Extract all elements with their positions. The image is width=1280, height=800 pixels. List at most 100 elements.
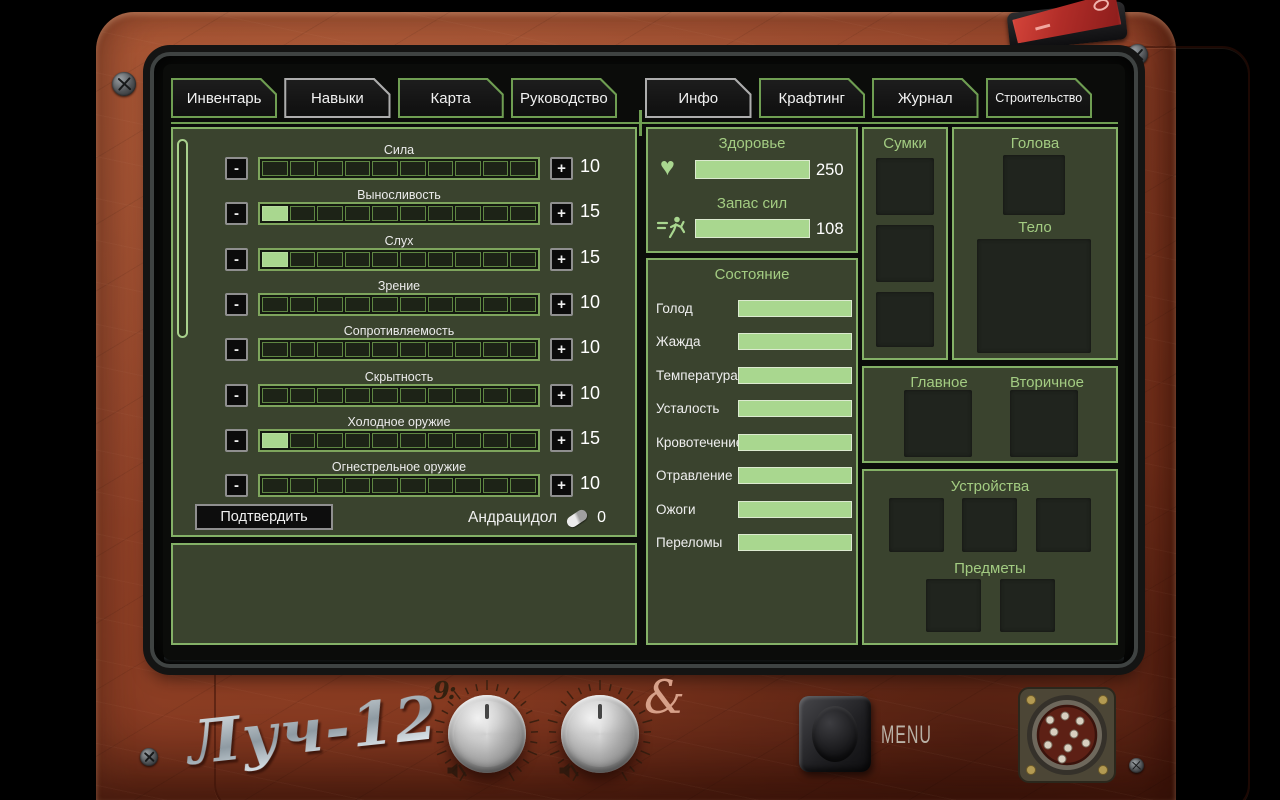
stamina-bar-fill [696, 220, 809, 237]
tab-crafting[interactable]: Крафтинг [759, 78, 866, 118]
tab-map[interactable]: Карта [398, 78, 504, 118]
description-panel [171, 543, 637, 645]
heart-icon: ♥ [660, 153, 675, 182]
tab-label: Строительство [995, 91, 1082, 105]
skill-resistance-decrease-button[interactable]: - [225, 338, 248, 361]
condition-row-fractures: Переломы [648, 534, 856, 552]
skill-firearms-increase-button[interactable]: + [550, 474, 573, 497]
primary-weapon-slot-1[interactable] [904, 390, 972, 457]
condition-label: Голод [656, 300, 693, 317]
bags-panel: Сумки [862, 127, 948, 360]
bag-slot-1[interactable] [876, 158, 934, 215]
consumable-count: 0 [597, 509, 606, 527]
tab-construction[interactable]: Строительство [986, 78, 1093, 118]
skill-row-firearms: Огнестрельное оружие-+10 [173, 460, 635, 504]
skill-row-melee-weapons: Холодное оружие-+15 [173, 415, 635, 459]
bar-segment [428, 433, 454, 448]
skill-value: 10 [580, 337, 600, 358]
condition-bar-fill [739, 435, 851, 450]
screw-icon [1129, 758, 1144, 773]
bags-title: Сумки [864, 135, 946, 152]
skill-vision-increase-button[interactable]: + [550, 293, 573, 316]
skill-melee-weapons-decrease-button[interactable]: - [225, 429, 248, 452]
device-slot-3[interactable] [1036, 498, 1091, 552]
bar-segment [455, 388, 481, 403]
bar-segment [262, 252, 288, 267]
skill-endurance-bar [258, 202, 540, 225]
head-slot-1[interactable] [1003, 155, 1065, 215]
bar-segment [455, 206, 481, 221]
skill-stealth-increase-button[interactable]: + [550, 384, 573, 407]
bag-slot-2[interactable] [876, 225, 934, 282]
skill-hearing-increase-button[interactable]: + [550, 248, 573, 271]
power-on-mark-icon [1035, 24, 1050, 30]
bar-segment [400, 252, 426, 267]
skill-label: Сопротивляемость [258, 324, 540, 338]
bar-segment [510, 206, 536, 221]
condition-bar [738, 434, 852, 451]
tab-journal[interactable]: Журнал [872, 78, 979, 118]
skill-row-vision: Зрение-+10 [173, 279, 635, 323]
bar-segment [455, 161, 481, 176]
bar-segment [317, 478, 343, 493]
menu-button-dome [812, 706, 858, 762]
skill-firearms-decrease-button[interactable]: - [225, 474, 248, 497]
skill-hearing-decrease-button[interactable]: - [225, 248, 248, 271]
skill-value: 10 [580, 292, 600, 313]
skill-strength-decrease-button[interactable]: - [225, 157, 248, 180]
skill-melee-weapons-increase-button[interactable]: + [550, 429, 573, 452]
bar-segment [483, 206, 509, 221]
stamina-bar [695, 219, 810, 238]
device-slot-1[interactable] [889, 498, 944, 552]
skill-stealth-decrease-button[interactable]: - [225, 384, 248, 407]
skill-endurance-decrease-button[interactable]: - [225, 202, 248, 225]
bag-slot-3[interactable] [876, 292, 934, 347]
tab-underline [171, 122, 1118, 124]
skill-label: Скрытность [258, 370, 540, 384]
tab-label: Инвентарь [187, 90, 262, 107]
tab-face: Инвентарь [173, 80, 275, 116]
bar-segment [290, 297, 316, 312]
item-slot-1[interactable] [926, 579, 981, 632]
bar-segment [372, 252, 398, 267]
device-slot-2[interactable] [962, 498, 1017, 552]
screw-icon [112, 72, 136, 96]
mute-icon [559, 762, 580, 785]
condition-label: Усталость [656, 400, 719, 417]
item-slot-2[interactable] [1000, 579, 1055, 632]
condition-title: Состояние [648, 266, 856, 283]
body-slot-1[interactable] [977, 239, 1091, 353]
skill-vision-decrease-button[interactable]: - [225, 293, 248, 316]
tab-skills[interactable]: Навыки [284, 78, 390, 118]
skill-vision-bar [258, 293, 540, 316]
condition-label: Ожоги [656, 501, 696, 518]
skill-row-strength: Сила-+10 [173, 143, 635, 187]
skill-resistance-increase-button[interactable]: + [550, 338, 573, 361]
skill-points-gauge [177, 139, 188, 338]
consumable-label: Андрацидол [468, 509, 557, 527]
skill-strength-increase-button[interactable]: + [550, 157, 573, 180]
bar-segment [428, 252, 454, 267]
tab-inventory[interactable]: Инвентарь [171, 78, 277, 118]
bar-segment [455, 433, 481, 448]
treble-clef-icon: & [644, 670, 685, 724]
bar-segment [428, 297, 454, 312]
condition-bar [738, 367, 852, 384]
confirm-button[interactable]: Подтвердить [195, 504, 333, 530]
bar-segment [317, 252, 343, 267]
bar-segment [510, 342, 536, 357]
skill-endurance-increase-button[interactable]: + [550, 202, 573, 225]
bar-segment [345, 252, 371, 267]
bar-segment [262, 342, 288, 357]
condition-bar [738, 400, 852, 417]
secondary-weapon-slot-1[interactable] [1010, 390, 1078, 457]
tab-guide[interactable]: Руководство [511, 78, 617, 118]
bar-segment [290, 388, 316, 403]
tab-info[interactable]: Инфо [645, 78, 752, 118]
condition-bar [738, 534, 852, 551]
bar-segment [510, 161, 536, 176]
bar-segment [372, 478, 398, 493]
bar-segment [290, 252, 316, 267]
bar-segment [262, 433, 288, 448]
menu-button[interactable] [799, 696, 871, 772]
